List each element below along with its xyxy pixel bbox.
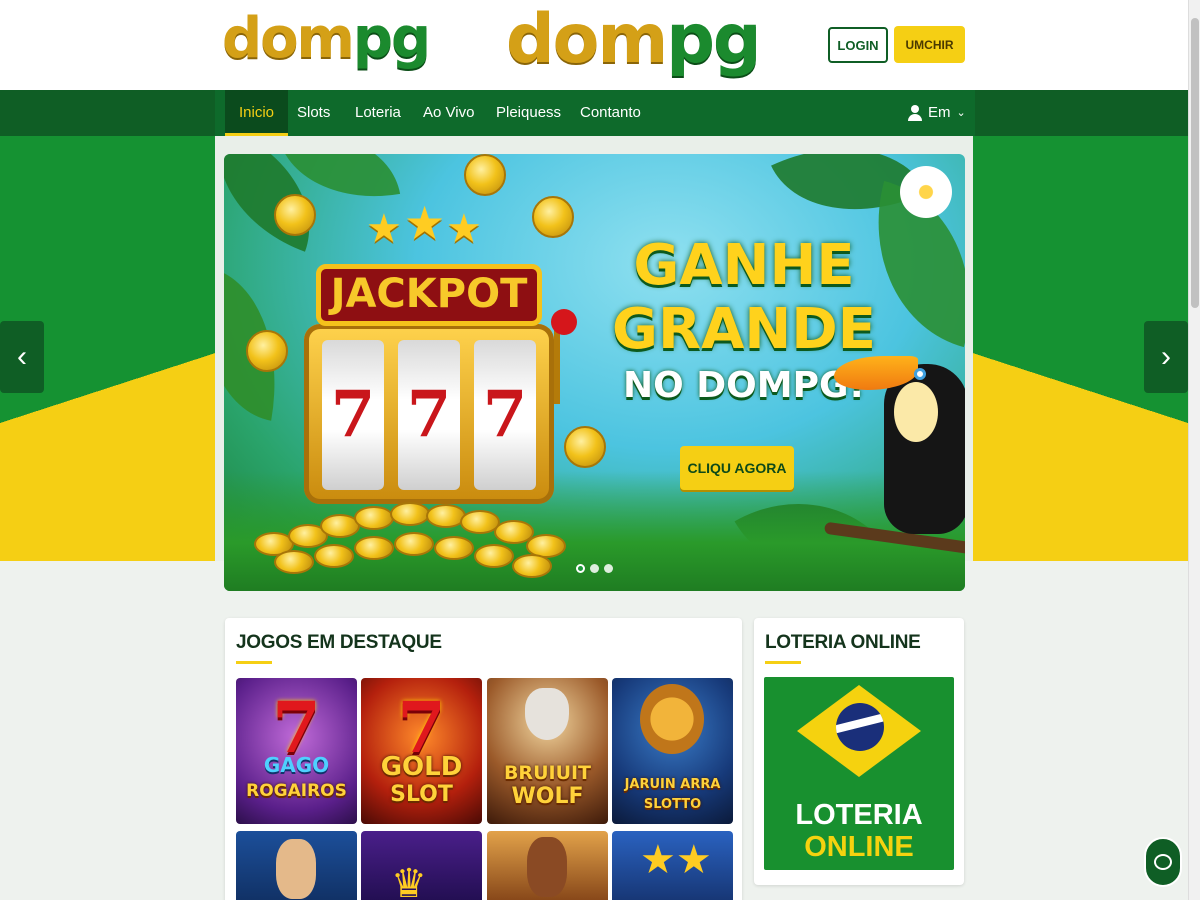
featured-games-panel: JOGOS EM DESTAQUE 7 GAGO ROGAIROS 7 GOLD… bbox=[225, 618, 742, 900]
carousel-dots bbox=[576, 564, 613, 573]
lottery-title: LOTERIA ONLINE bbox=[765, 632, 921, 653]
chat-button[interactable] bbox=[1144, 837, 1182, 887]
carousel-next-button[interactable]: › bbox=[1144, 321, 1188, 393]
coin-icon bbox=[314, 544, 354, 568]
game-tile[interactable]: 7 GOLD SLOT bbox=[361, 678, 482, 824]
game-tile[interactable] bbox=[236, 831, 357, 900]
hero-banner[interactable]: ★ ★ ★ JACKPOT 7 7 7 GANHE GRANDE NO DOMP… bbox=[224, 154, 965, 591]
coin-icon bbox=[354, 536, 394, 560]
login-button[interactable]: LOGIN bbox=[828, 27, 888, 63]
slot-lever-knob bbox=[551, 309, 577, 335]
carousel-prev-button[interactable]: ‹ bbox=[0, 321, 44, 393]
logo-text-pg: pg bbox=[352, 6, 431, 71]
star-icon: ★ bbox=[404, 197, 446, 249]
star-icon: ★ bbox=[366, 207, 402, 251]
featured-games-title: JOGOS EM DESTAQUE bbox=[236, 632, 442, 653]
coin-icon bbox=[274, 194, 316, 236]
coin-icon bbox=[532, 196, 574, 238]
flag-globe bbox=[836, 703, 884, 751]
carousel-dot-3[interactable] bbox=[604, 564, 613, 573]
carousel-dot-2[interactable] bbox=[590, 564, 599, 573]
chat-icon bbox=[1154, 854, 1172, 870]
nav-item-inicio[interactable]: Inicio bbox=[225, 90, 289, 136]
coin-icon bbox=[464, 154, 506, 196]
flower-decoration bbox=[900, 166, 952, 218]
game-title-line1: GAGO bbox=[263, 753, 330, 777]
top-header: dompg dompg LOGIN UMCHIR bbox=[0, 0, 1188, 90]
game-tile[interactable]: ★★ bbox=[612, 831, 733, 900]
slot-reel: 7 bbox=[398, 340, 460, 490]
coin-icon bbox=[512, 554, 552, 578]
language-label: Em bbox=[928, 104, 951, 121]
hero-portrait bbox=[276, 839, 316, 899]
register-button[interactable]: UMCHIR bbox=[894, 26, 965, 63]
queen-portrait bbox=[527, 837, 567, 897]
coin-icon bbox=[390, 502, 430, 526]
coin-icon bbox=[474, 544, 514, 568]
slot-machine-illustration: ★ ★ ★ JACKPOT 7 7 7 bbox=[304, 197, 554, 504]
coin-icon bbox=[274, 550, 314, 574]
game-title-line2: WOLF bbox=[511, 784, 584, 809]
jackpot-sign: JACKPOT bbox=[316, 264, 542, 326]
game-tile[interactable]: BRUIUIT WOLF bbox=[487, 678, 608, 824]
chevron-down-icon: ⌄ bbox=[956, 107, 966, 119]
nav-item-loteria[interactable]: Loteria bbox=[355, 90, 401, 136]
coin-icon bbox=[246, 330, 288, 372]
headline-line-1: GANHE bbox=[633, 233, 855, 298]
user-icon bbox=[908, 105, 922, 121]
nav-item-pleiquess[interactable]: Pleiquess bbox=[496, 90, 561, 136]
flag-band bbox=[836, 711, 884, 735]
chevron-left-icon: ‹ bbox=[17, 340, 27, 373]
scrollbar-thumb[interactable] bbox=[1191, 18, 1199, 308]
coin-icon bbox=[564, 426, 606, 468]
chevron-right-icon: › bbox=[1161, 340, 1171, 373]
logo-text-pg: pg bbox=[666, 0, 761, 79]
game-title-line1: GOLD bbox=[380, 752, 463, 782]
coin-icon bbox=[434, 536, 474, 560]
nav-item-slots[interactable]: Slots bbox=[297, 90, 330, 136]
lottery-banner[interactable]: LOTERIA ONLINE bbox=[764, 677, 954, 870]
main-nav: Inicio Slots Loteria Ao Vivo Pleiquess C… bbox=[0, 90, 1188, 136]
page-scrollbar[interactable] bbox=[1188, 0, 1200, 900]
carousel-dot-1[interactable] bbox=[576, 564, 585, 573]
slot-reel: 7 bbox=[474, 340, 536, 490]
logo-text-dom: dom bbox=[506, 0, 668, 79]
coin-pile bbox=[254, 474, 594, 584]
logo-text-dom: dom bbox=[222, 6, 355, 71]
toucan-eye bbox=[914, 368, 926, 380]
language-selector[interactable]: Em ⌄ bbox=[908, 90, 966, 136]
game-title-line2: SLOT bbox=[390, 782, 453, 807]
nav-item-contanto[interactable]: Contanto bbox=[580, 90, 641, 136]
crown-icon: ♛ bbox=[391, 862, 427, 900]
game-tile[interactable]: JARUIN ARRA SLOTTO bbox=[612, 678, 733, 824]
star-icon: ★★ bbox=[640, 838, 712, 882]
lottery-panel: LOTERIA ONLINE LOTERIA ONLINE bbox=[754, 618, 964, 885]
game-tile[interactable] bbox=[487, 831, 608, 900]
title-underline bbox=[236, 661, 272, 664]
title-underline bbox=[765, 661, 801, 664]
toucan-illustration bbox=[834, 334, 965, 554]
site-logo-center[interactable]: dompg bbox=[506, 0, 762, 79]
game-title-line2: SLOTTO bbox=[643, 797, 702, 812]
lottery-banner-line1: LOTERIA bbox=[795, 799, 923, 831]
game-title-line2: ROGAIROS bbox=[246, 781, 347, 801]
coin-icon bbox=[394, 532, 434, 556]
game-tile[interactable]: ♛ bbox=[361, 831, 482, 900]
coin-icon bbox=[354, 506, 394, 530]
game-tile[interactable]: 7 GAGO ROGAIROS bbox=[236, 678, 357, 824]
toucan-chest bbox=[894, 382, 938, 442]
star-icon: ★ bbox=[446, 207, 482, 251]
game-title-line1: BRUIUIT bbox=[503, 762, 592, 784]
cta-button[interactable]: CLIQU AGORA bbox=[680, 446, 794, 490]
site-logo-left[interactable]: dompg bbox=[222, 6, 431, 71]
lion-portrait bbox=[640, 684, 704, 754]
lottery-banner-line2: ONLINE bbox=[804, 831, 914, 863]
zeus-portrait bbox=[525, 688, 569, 740]
nav-inner: Inicio Slots Loteria Ao Vivo Pleiquess C… bbox=[215, 90, 975, 136]
slot-reel: 7 bbox=[322, 340, 384, 490]
nav-item-ao-vivo[interactable]: Ao Vivo bbox=[423, 90, 474, 136]
